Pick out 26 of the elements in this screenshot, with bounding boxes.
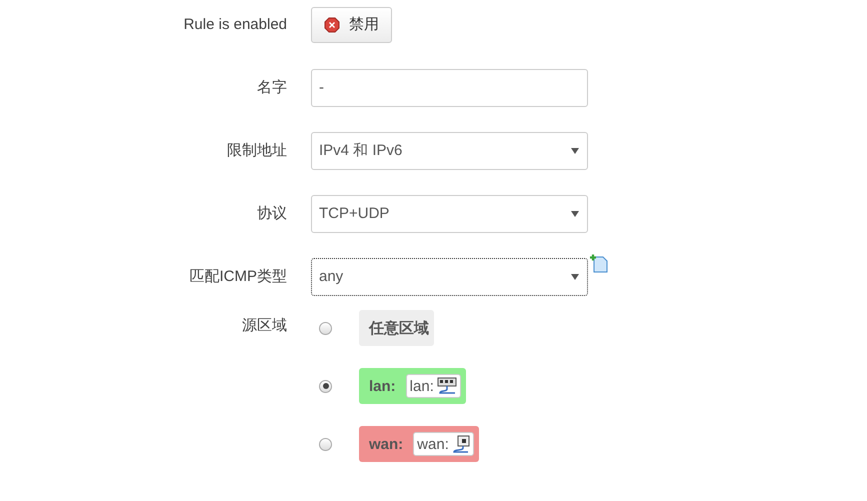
dropdown-arrow-icon: [571, 274, 579, 280]
network-name: wan:: [417, 436, 449, 452]
zone-name: wan:: [369, 436, 404, 452]
add-document-icon[interactable]: [590, 254, 609, 272]
field-label: 限制地址: [226, 141, 288, 160]
radio-button[interactable]: [319, 322, 332, 334]
field-label: 匹配ICMP类型: [188, 267, 288, 286]
network-name: lan:: [410, 378, 434, 394]
disabled-icon: [324, 16, 340, 32]
radio-button[interactable]: [319, 380, 332, 392]
field-label: 名字: [256, 78, 288, 97]
network-port-icon: [452, 435, 470, 453]
dropdown-arrow-icon: [571, 148, 579, 154]
select-field[interactable]: IPv4 和 IPv6: [311, 132, 588, 170]
select-field[interactable]: any: [311, 258, 588, 296]
select-field[interactable]: TCP+UDP: [311, 194, 588, 232]
field-label: 协议: [256, 204, 288, 223]
field-label: 源区域: [241, 316, 288, 335]
radio-button[interactable]: [319, 438, 332, 450]
dropdown-arrow-icon: [571, 210, 579, 216]
name-field[interactable]: -: [311, 68, 588, 106]
switch-icon: [436, 377, 457, 395]
field-label: Rule is enabled: [182, 16, 288, 33]
zone-name: 任意区域: [369, 318, 429, 338]
zone-name: lan:: [369, 378, 396, 394]
toggle-button[interactable]: 禁用: [311, 6, 392, 42]
